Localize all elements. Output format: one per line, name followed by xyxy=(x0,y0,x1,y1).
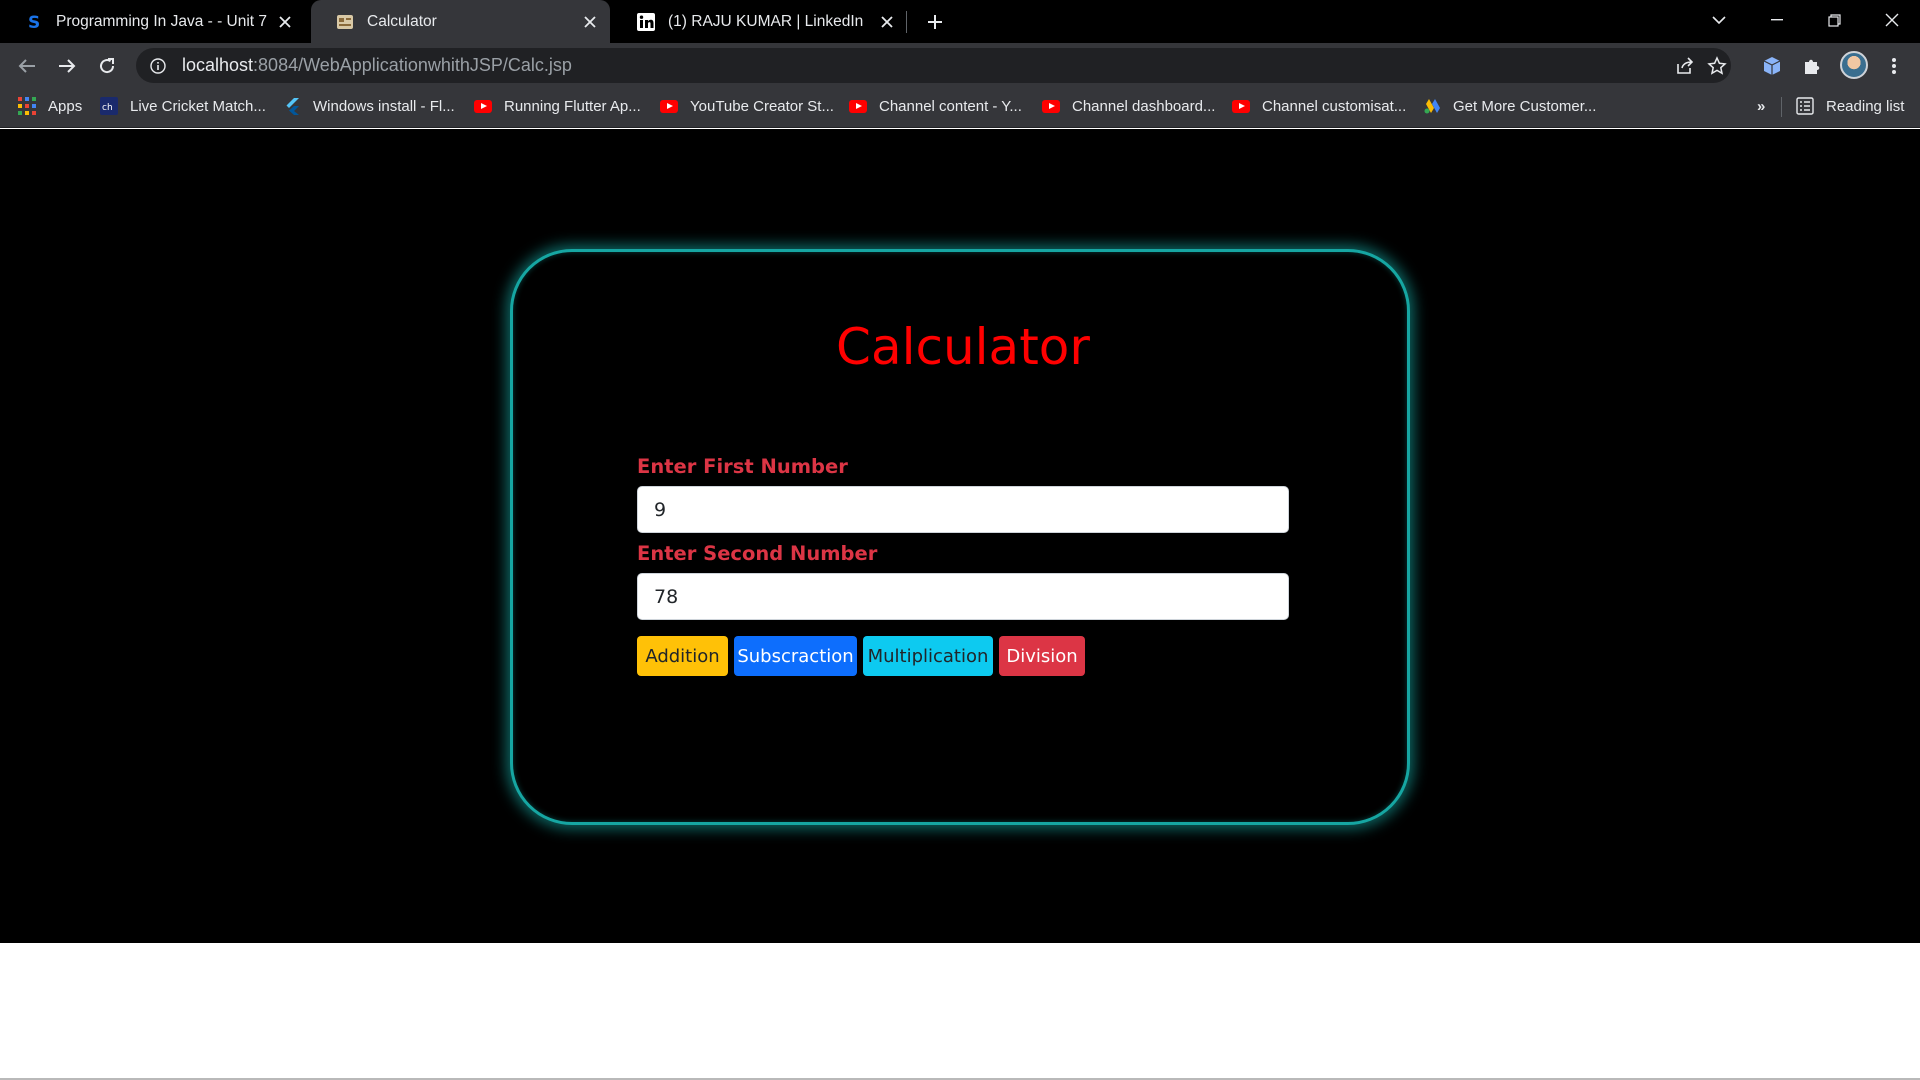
first-number-label: Enter First Number xyxy=(637,455,848,478)
youtube-icon xyxy=(660,97,678,115)
flutter-icon xyxy=(283,97,301,115)
minimize-button[interactable] xyxy=(1748,0,1805,40)
youtube-icon xyxy=(1232,97,1250,115)
restore-icon xyxy=(1828,13,1841,27)
browser-toolbar: localhost:8084/WebApplicationwhithJSP/Ca… xyxy=(0,43,1920,88)
bookmark-label: Channel content - Y... xyxy=(879,97,1022,115)
bookmark-get-more-customers[interactable]: Get More Customer... xyxy=(1423,88,1596,124)
bookmark-label: Apps xyxy=(48,97,83,115)
info-icon[interactable] xyxy=(148,56,168,76)
close-icon[interactable] xyxy=(873,8,901,36)
address-bar[interactable]: localhost:8084/WebApplicationwhithJSP/Ca… xyxy=(136,48,1731,83)
bookmark-channel-customisation[interactable]: Channel customisat... xyxy=(1232,88,1406,124)
addition-button[interactable]: Addition xyxy=(637,636,728,676)
linkedin-icon xyxy=(637,12,655,31)
bookmarks-bar: Apps ch Live Cricket Match... Windows in… xyxy=(0,88,1920,128)
bookmark-label: Get More Customer... xyxy=(1453,97,1597,115)
youtube-icon xyxy=(849,97,867,115)
multiplication-button[interactable]: Multiplication xyxy=(863,636,993,676)
tab-search-button[interactable] xyxy=(1690,0,1747,40)
svg-text:S: S xyxy=(28,13,40,31)
bookmark-label: Live Cricket Match... xyxy=(130,97,266,115)
star-icon[interactable] xyxy=(1705,54,1729,78)
first-number-input[interactable] xyxy=(637,486,1289,533)
bookmark-windows-install[interactable]: Windows install - Fl... xyxy=(283,88,455,124)
reading-list-label: Reading list xyxy=(1826,97,1905,115)
bookmark-live-cricket[interactable]: ch Live Cricket Match... xyxy=(100,88,266,124)
reload-icon xyxy=(100,58,115,74)
bookmark-youtube-creator[interactable]: YouTube Creator St... xyxy=(660,88,834,124)
bookmark-label: Running Flutter Ap... xyxy=(504,97,641,115)
svg-text:ch: ch xyxy=(102,103,113,113)
youtube-icon xyxy=(474,97,492,115)
bookmark-apps[interactable]: Apps xyxy=(18,88,82,124)
tab-calculator[interactable]: Calculator xyxy=(311,0,610,43)
close-icon[interactable] xyxy=(576,8,604,36)
url-host: localhost xyxy=(182,55,254,75)
close-icon xyxy=(1885,13,1898,27)
more-bookmarks-button[interactable]: » xyxy=(1757,88,1765,124)
back-button[interactable] xyxy=(10,49,44,83)
forward-button[interactable] xyxy=(50,49,84,83)
blank-page-area xyxy=(0,943,1920,1080)
chevron-down-icon xyxy=(1711,16,1726,25)
second-number-input[interactable] xyxy=(637,573,1289,620)
url-text[interactable]: localhost:8084/WebApplicationwhithJSP/Ca… xyxy=(182,55,572,76)
bookmark-label: Windows install - Fl... xyxy=(313,97,455,115)
bookmark-channel-content[interactable]: Channel content - Y... xyxy=(849,88,1022,124)
url-path: :8084/WebApplicationwhithJSP/Calc.jsp xyxy=(253,55,572,75)
more-bookmarks-label: » xyxy=(1757,97,1766,115)
restore-button[interactable] xyxy=(1806,0,1863,40)
youtube-icon xyxy=(1042,97,1060,115)
close-icon[interactable] xyxy=(271,8,299,36)
tab-programming-in-java[interactable]: S Programming In Java - - Unit 7 - xyxy=(0,0,305,43)
calculator-card: Calculator Enter First Number Enter Seco… xyxy=(510,249,1410,825)
tab-strip: S Programming In Java - - Unit 7 - Calcu… xyxy=(0,0,1920,43)
reload-button[interactable] xyxy=(90,49,124,83)
bookmark-label: Channel dashboard... xyxy=(1072,97,1216,115)
share-icon[interactable] xyxy=(1673,54,1697,78)
arrow-right-icon xyxy=(59,59,76,73)
page-viewport: Calculator Enter First Number Enter Seco… xyxy=(0,129,1920,943)
minimize-icon xyxy=(1770,19,1783,21)
tab-title: Programming In Java - - Unit 7 - xyxy=(56,12,271,30)
extension-cube-icon[interactable] xyxy=(1760,54,1784,78)
kebab-menu-icon[interactable] xyxy=(1882,54,1906,78)
google-ads-icon xyxy=(1423,97,1441,115)
tab-title: Calculator xyxy=(367,12,437,30)
tab-title: (1) RAJU KUMAR | LinkedIn xyxy=(668,12,864,30)
close-window-button[interactable] xyxy=(1863,0,1920,40)
bookmark-label: YouTube Creator St... xyxy=(690,97,834,115)
bookmarks-separator xyxy=(1781,97,1782,117)
tab-linkedin[interactable]: (1) RAJU KUMAR | LinkedIn xyxy=(612,0,907,43)
extensions-puzzle-icon[interactable] xyxy=(1800,54,1824,78)
subtraction-button[interactable]: Subscraction xyxy=(734,636,857,676)
bookmark-channel-dashboard[interactable]: Channel dashboard... xyxy=(1042,88,1215,124)
reading-list-button[interactable]: Reading list xyxy=(1796,88,1904,124)
profile-avatar[interactable] xyxy=(1840,51,1868,79)
arrow-left-icon xyxy=(18,59,35,73)
reading-list-icon xyxy=(1796,97,1814,115)
page-icon xyxy=(336,13,354,31)
plus-icon xyxy=(928,15,942,29)
division-button[interactable]: Division xyxy=(999,636,1085,676)
bookmark-running-flutter[interactable]: Running Flutter Ap... xyxy=(474,88,641,124)
tab-separator xyxy=(906,11,907,33)
cricket-site-icon: ch xyxy=(100,97,118,115)
second-number-label: Enter Second Number xyxy=(637,542,878,565)
bookmark-label: Channel customisat... xyxy=(1262,97,1407,115)
s-logo-icon: S xyxy=(25,13,43,31)
page-title: Calculator xyxy=(836,318,1090,376)
apps-grid-icon xyxy=(18,97,36,115)
new-tab-button[interactable] xyxy=(920,7,950,37)
